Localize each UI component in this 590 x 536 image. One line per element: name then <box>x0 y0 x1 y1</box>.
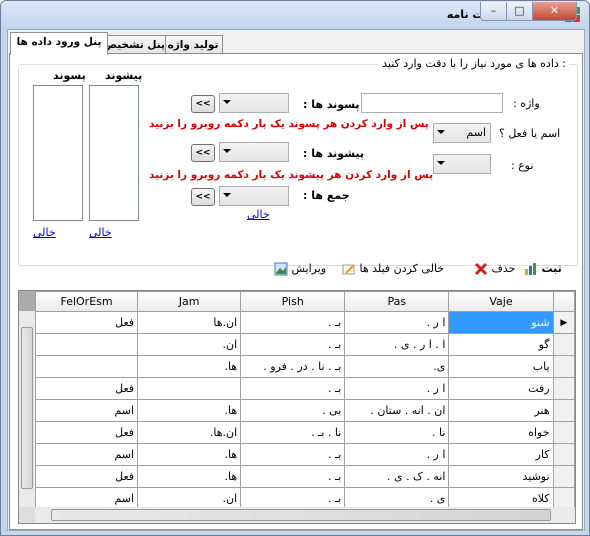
pencil-icon <box>342 262 356 276</box>
data-grid[interactable]: FelOrEsm Jam Pish Pas Vaje فعل ان.ها بـ .ا… <box>18 290 576 524</box>
table-row[interactable]: فعل ان.ها بـ .ا ر . شنو ▶ <box>34 311 575 334</box>
tab-strip: تولید واژه پنل تشخیص پنل ورود داده ها <box>8 32 584 55</box>
list-pasvand-label: پسوند <box>53 69 86 82</box>
table-row[interactable]: ان. بـ .ا . ا ر . ی . گو <box>34 333 575 356</box>
jam-label: جمع ها : <box>303 189 350 202</box>
clear-pishvand-link[interactable]: خالی <box>89 226 112 239</box>
delete-icon <box>474 262 488 276</box>
add-pishvand-button[interactable]: << <box>191 144 215 162</box>
client-area: تولید واژه پنل تشخیص پنل ورود داده ها : … <box>7 29 585 531</box>
input-group: : داده ها ی مورد نیاز را با دقت وارد کنی… <box>18 57 578 266</box>
main-window: نرم افزار لغت نامه – □ ✕ تولید واژه پنل … <box>0 0 590 536</box>
data-entry-panel: : داده ها ی مورد نیاز را با دقت وارد کنی… <box>9 53 583 530</box>
column-header-pish[interactable]: Pish <box>240 291 346 312</box>
table-row[interactable]: اسم ها. بـ .ا ر . کار <box>34 443 575 466</box>
vertical-scroll-thumb[interactable] <box>21 327 33 489</box>
tab-data-entry[interactable]: پنل ورود داده ها <box>10 32 108 55</box>
column-header-vaje[interactable]: Vaje <box>448 291 554 312</box>
clear-pasvand-link[interactable]: خالی <box>33 226 56 239</box>
scroll-corner <box>19 507 35 523</box>
tab-word-generation[interactable]: تولید واژه <box>163 35 223 54</box>
noe-label: نوع : <box>511 159 534 172</box>
row-header-corner <box>552 291 575 312</box>
grid-table: FelOrEsm Jam Pish Pas Vaje فعل ان.ها بـ .ا… <box>34 291 575 510</box>
title-bar[interactable]: نرم افزار لغت نامه – □ ✕ <box>1 1 589 29</box>
pasvand-hint: پس از وارد کردن هر پسوند یک بار دکمه روب… <box>149 118 429 130</box>
horizontal-scroll-thumb[interactable] <box>51 509 551 521</box>
pishvand-label: پیشوند ها : <box>303 147 365 160</box>
table-row[interactable]: فعل ان.ها. نا . بـ . نا . خواه <box>34 421 575 444</box>
column-header-felloresm[interactable]: FelOrEsm <box>34 291 139 312</box>
current-row-marker[interactable]: ▶ <box>552 311 575 334</box>
edit-button[interactable]: ویرایش <box>274 262 326 278</box>
add-jam-button[interactable]: << <box>191 188 215 206</box>
group-label: : داده ها ی مورد نیاز را با دقت وارد کنی… <box>379 57 569 70</box>
chevron-down-icon <box>223 100 231 104</box>
grid-header-row: FelOrEsm Jam Pish Pas Vaje <box>34 291 575 312</box>
pasvand-select[interactable] <box>219 93 289 113</box>
clear-jam-link[interactable]: خالی <box>247 208 270 221</box>
jam-select[interactable] <box>219 186 289 206</box>
noe-select[interactable] <box>433 154 491 174</box>
esm-fel-select[interactable]: اسم <box>433 123 491 143</box>
column-header-jam[interactable]: Jam <box>137 291 242 312</box>
minimize-button[interactable]: – <box>480 2 507 21</box>
chevron-down-icon <box>223 193 231 197</box>
maximize-button[interactable]: □ <box>506 2 533 21</box>
vertical-scrollbar[interactable] <box>19 311 35 507</box>
chevron-down-icon <box>223 149 231 153</box>
pishvand-hint: پس از وارد کردن هر پیشوند یک بار دکمه رو… <box>149 169 434 181</box>
column-header-pas[interactable]: Pas <box>344 291 450 312</box>
pasvand-listbox[interactable] <box>33 85 83 221</box>
chart-icon <box>524 262 538 276</box>
table-row[interactable]: فعل بـ .ا ر . رفت <box>34 377 575 400</box>
save-button[interactable]: ثبت <box>524 262 562 278</box>
esm-fel-label: اسم یا فعل ؟ <box>499 127 561 140</box>
table-row[interactable]: اسم ها. بی . ان . انه . ستان . هنر <box>34 399 575 422</box>
table-row[interactable]: ها. بـ . نا . در . فرو . ی. یاب <box>34 355 575 378</box>
chevron-down-icon <box>437 130 445 134</box>
clear-fields-button[interactable]: خالی کردن فیلد ها <box>342 262 444 278</box>
table-row[interactable]: فعل ها. بـ . انه . ک . ی . نوشید <box>34 465 575 488</box>
delete-button[interactable]: حذف <box>474 262 515 278</box>
pasvand-label: پسوند ها : <box>303 98 360 111</box>
pishvand-select[interactable] <box>219 142 289 162</box>
pishvand-listbox[interactable] <box>89 85 139 221</box>
tab-detection[interactable]: پنل تشخیص <box>103 35 166 54</box>
close-button[interactable]: ✕ <box>532 2 577 21</box>
chevron-down-icon <box>437 161 445 165</box>
horizontal-scrollbar[interactable] <box>35 507 575 523</box>
image-icon <box>274 262 288 276</box>
vaje-input[interactable] <box>361 93 503 113</box>
toolbar: ثبت حذف خالی کردن فیلد ها ویرایش <box>10 258 582 282</box>
add-pasvand-button[interactable]: << <box>191 95 215 113</box>
list-pishvand-label: پیشوند <box>105 69 143 82</box>
vaje-label: واژه : <box>513 97 540 110</box>
